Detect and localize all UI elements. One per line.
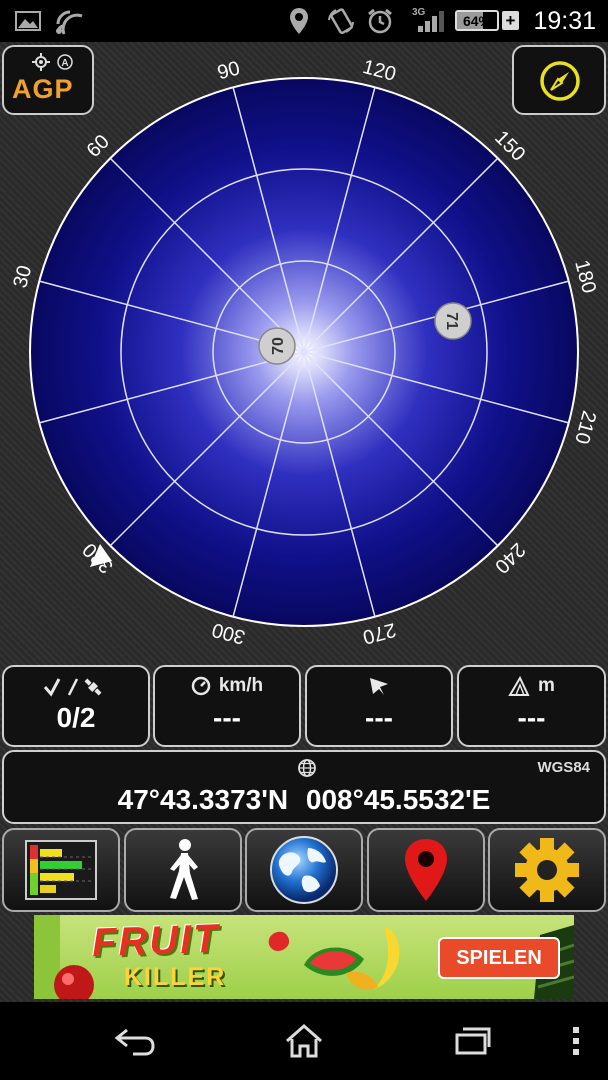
heading-value: --- — [365, 702, 393, 733]
speed-unit: km/h — [218, 675, 264, 696]
cell-signal-icon — [416, 0, 446, 42]
datum-label: WGS84 — [537, 759, 590, 776]
map-pin-icon — [405, 839, 447, 901]
status-bar: 3G 64% + 19:31 — [0, 0, 608, 42]
coordinates-box[interactable]: WGS84 47°43.3373'N 008°45.5532'E — [2, 750, 606, 824]
azimuth-label: 90 — [215, 57, 242, 84]
menu-button[interactable] — [556, 1002, 596, 1080]
walking-person-icon — [170, 839, 198, 900]
battery-percent: 64% — [462, 12, 492, 29]
satellite-marker: 70 — [258, 327, 296, 365]
clock: 19:31 — [533, 6, 596, 35]
signal-bars-button[interactable] — [2, 828, 120, 912]
rotate-icon — [326, 0, 356, 42]
azimuth-label: 180 — [570, 258, 600, 296]
sky-plot: 306090120150180210240270300330 70 71 — [9, 56, 600, 648]
ad-subtitle: KILLER — [124, 963, 227, 991]
ad-play-button[interactable]: SPIELEN — [438, 937, 560, 979]
coordinates-text: 47°43.3373'N 008°45.5532'E — [117, 784, 491, 815]
settings-button[interactable] — [488, 828, 606, 912]
satellite-id: 71 — [443, 312, 460, 330]
speed-value: --- — [213, 702, 241, 733]
satellite-id: 70 — [270, 337, 287, 355]
earth-button[interactable] — [245, 828, 363, 912]
signal-bars-icon — [25, 840, 97, 900]
azimuth-label: 300 — [210, 618, 248, 648]
ad-title: FRUIT — [91, 916, 221, 966]
altitude-unit: m — [538, 675, 555, 696]
satellite-marker: 71 — [434, 302, 472, 340]
signal-broadcast-icon — [54, 0, 84, 42]
charging-plus-icon: + — [502, 11, 519, 30]
alarm-icon — [366, 0, 394, 42]
location-pin-icon — [288, 0, 310, 42]
azimuth-label: 120 — [360, 56, 398, 86]
speedometer-icon — [191, 676, 211, 696]
settings-gear-icon — [515, 838, 579, 902]
back-icon — [114, 1028, 155, 1056]
walking-person-button[interactable] — [124, 828, 242, 912]
globe-icon — [298, 759, 316, 777]
menu-dots-icon — [573, 1027, 579, 1055]
ad-banner[interactable]: FRUIT KILLER SPIELEN — [34, 915, 574, 999]
satellite-check-icon — [4, 675, 148, 699]
home-button[interactable] — [268, 1002, 340, 1080]
speed-box[interactable]: km/h --- — [153, 665, 301, 747]
altitude-box[interactable]: m --- — [457, 665, 606, 747]
azimuth-label: 30 — [9, 263, 36, 290]
navigation-bar — [0, 1002, 608, 1080]
azimuth-label: 60 — [83, 131, 114, 162]
satellites-value: 0/2 — [56, 702, 96, 733]
satellites-box[interactable]: 0/2 — [2, 665, 150, 747]
heading-box[interactable]: --- — [305, 665, 453, 747]
altitude-icon — [508, 675, 530, 696]
map-pin-button[interactable] — [367, 828, 485, 912]
recent-apps-button[interactable] — [438, 1002, 508, 1080]
azimuth-label: 270 — [360, 618, 398, 648]
back-button[interactable] — [100, 1002, 170, 1080]
earth-icon — [270, 836, 338, 904]
heading-arrow-icon — [370, 678, 388, 695]
azimuth-label: 210 — [570, 408, 600, 446]
home-icon — [286, 1023, 322, 1058]
battery-icon: 64% — [455, 10, 499, 31]
altitude-value: --- — [517, 702, 546, 733]
recent-apps-icon — [455, 1027, 491, 1055]
image-icon — [14, 0, 42, 42]
